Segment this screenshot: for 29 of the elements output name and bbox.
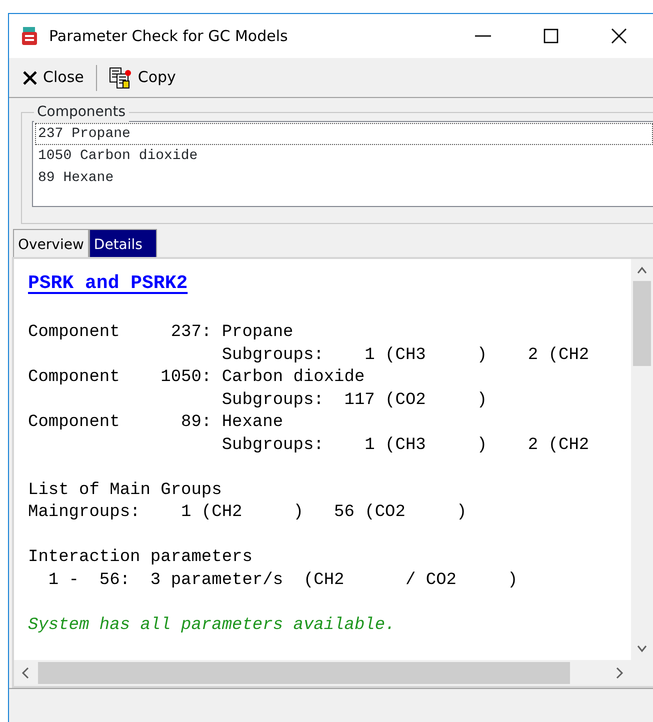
text-line: Component 237: Propane [28, 322, 294, 344]
status-message: System has all parameters available. [28, 614, 396, 636]
text-line: List of Main Groups [28, 480, 223, 502]
scroll-thumb[interactable] [38, 662, 570, 684]
section-heading: PSRK and PSRK2 [28, 271, 188, 296]
maximize-icon [541, 28, 561, 44]
copy-button[interactable]: Copy [104, 62, 181, 93]
clipboard-icon [108, 66, 133, 88]
text-line: Component 1050: Carbon dioxide [28, 367, 366, 389]
text-line: Subgroups: 1 (CH3 ) 2 (CH2 [220, 434, 590, 456]
components-list[interactable]: 237 Propane 1050 Carbon dioxide 89 Hexane [32, 121, 653, 207]
text-line: 1 - 56: 3 parameter/s (CH2 / CO2 ) [47, 570, 519, 592]
minimize-icon [475, 35, 491, 37]
tab[interactable]: Details [88, 229, 158, 257]
close-icon [22, 70, 38, 86]
window-title: Parameter Check for GC Models [49, 26, 288, 47]
app-icon [21, 26, 39, 46]
list-item[interactable]: 237 Propane [35, 123, 653, 145]
text-line: Maingroups: 1 (CH2 ) 56 (CO2 ) [28, 502, 468, 524]
text-line: Interaction parameters [28, 547, 254, 569]
close-icon [609, 28, 629, 44]
list-item[interactable]: 1050 Carbon dioxide [35, 145, 653, 167]
tab[interactable]: Overview [13, 229, 89, 257]
text-line: Component 89: Hexane [28, 412, 284, 434]
scroll-thumb[interactable] [633, 281, 651, 366]
text-line: Subgroups: 117 (CO2 ) [220, 390, 488, 412]
close-button[interactable]: Close [17, 62, 89, 93]
text-line: Subgroups: 1 (CH3 ) 2 (CH2 [220, 344, 590, 366]
list-item[interactable]: 89 Hexane [35, 167, 653, 189]
